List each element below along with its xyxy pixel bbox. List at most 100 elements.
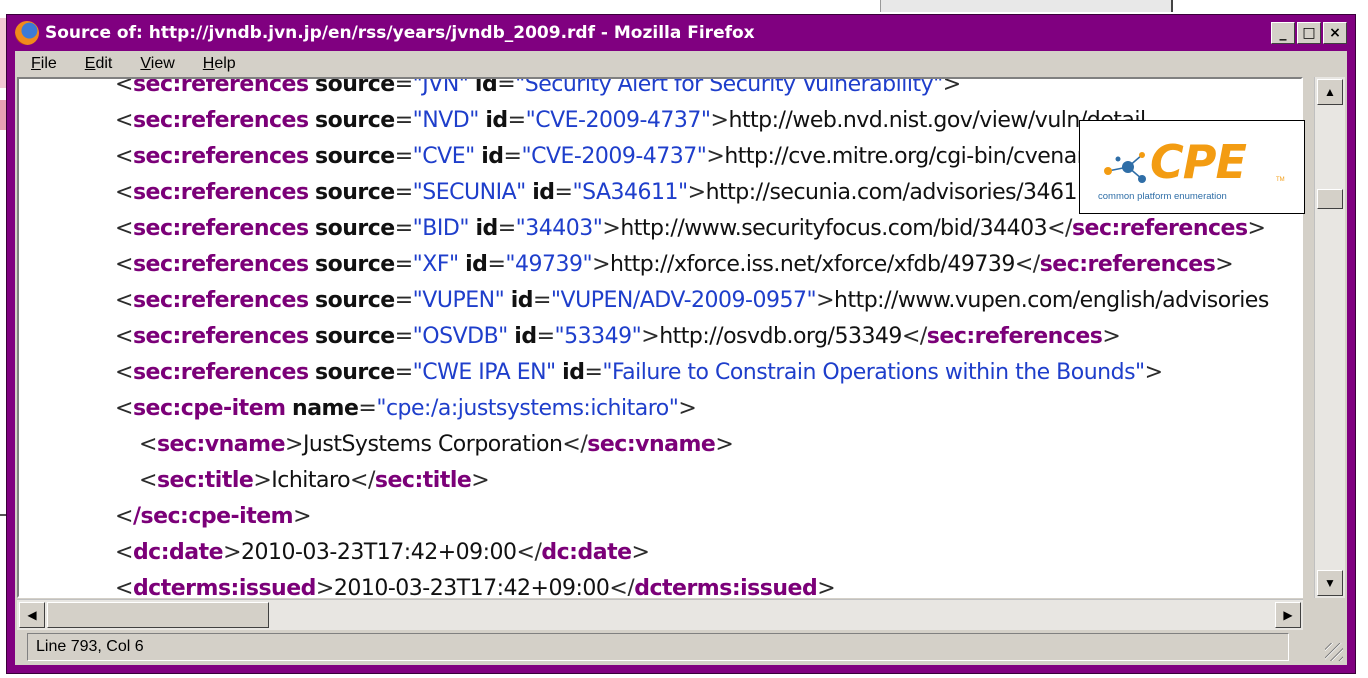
- xml-text-content: http://www.vupen.com/english/advisories: [834, 288, 1269, 313]
- xml-element-name: dcterms:issued: [634, 576, 818, 598]
- source-line: <sec:vname>JustSystems Corporation</sec:…: [19, 427, 1301, 463]
- cpe-logo-subtitle: common platform enumeration: [1098, 191, 1227, 202]
- xml-bracket: >: [687, 180, 706, 205]
- xml-element-name: dcterms:issued: [132, 576, 316, 598]
- xml-text-content: http://osvdb.org/53349: [659, 324, 902, 349]
- source-line: <sec:references source="CWE IPA EN" id="…: [19, 355, 1301, 391]
- xml-bracket: >: [631, 540, 650, 565]
- vertical-scrollbar[interactable]: ▲ ▼: [1314, 77, 1345, 598]
- scroll-left-button[interactable]: ◀: [19, 602, 45, 628]
- xml-bracket: >: [942, 77, 961, 97]
- xml-bracket: <: [115, 77, 133, 97]
- xml-attribute-name: source: [315, 144, 395, 169]
- xml-text-content: Ichitaro: [271, 468, 351, 493]
- source-line: </sec:cpe-item>: [19, 499, 1301, 535]
- close-button[interactable]: ×: [1323, 22, 1347, 44]
- xml-bracket: >: [1247, 216, 1266, 241]
- xml-attribute-value: "OSVDB": [412, 324, 509, 349]
- xml-element-name: dc:date: [541, 540, 632, 565]
- xml-equals: =: [394, 360, 413, 385]
- xml-bracket: <: [139, 468, 157, 493]
- xml-bracket: </: [1047, 216, 1072, 241]
- menu-file[interactable]: File: [15, 55, 69, 73]
- xml-attribute-name: source: [315, 216, 395, 241]
- xml-attribute-value: "53349": [554, 324, 642, 349]
- xml-element-name: sec:references: [132, 180, 309, 205]
- xml-equals: =: [554, 180, 573, 205]
- xml-bracket: <: [115, 288, 133, 313]
- xml-bracket: >: [710, 108, 729, 133]
- xml-bracket: >: [816, 288, 835, 313]
- xml-bracket: >: [678, 396, 697, 421]
- xml-attribute-value: "CWE IPA EN": [412, 360, 557, 385]
- xml-equals: =: [394, 324, 413, 349]
- cpe-logo: CPE TM common platform enumeration: [1079, 120, 1305, 214]
- xml-bracket: <: [115, 360, 133, 385]
- firefox-icon[interactable]: [15, 21, 39, 45]
- vertical-scroll-thumb[interactable]: [1317, 189, 1343, 209]
- xml-text-content: http://www.securityfocus.com/bid/34403: [620, 216, 1048, 241]
- xml-equals: =: [497, 216, 516, 241]
- source-line: <sec:references source="VUPEN" id="VUPEN…: [19, 283, 1301, 319]
- menu-edit[interactable]: Edit: [69, 55, 125, 73]
- xml-attribute-value: "NVD": [412, 108, 480, 133]
- xml-bracket: >: [253, 468, 272, 493]
- horizontal-scroll-thumb[interactable]: [47, 602, 269, 628]
- xml-equals: =: [394, 108, 413, 133]
- xml-bracket: <: [139, 432, 157, 457]
- xml-equals: =: [507, 108, 526, 133]
- xml-attribute-name: source: [315, 360, 395, 385]
- xml-bracket: >: [1215, 252, 1234, 277]
- firefox-window: Source of: http://jvndb.jvn.jp/en/rss/ye…: [6, 14, 1356, 674]
- xml-equals: =: [394, 180, 413, 205]
- xml-element-name: sec:references: [132, 288, 309, 313]
- scroll-right-button[interactable]: ▶: [1275, 602, 1301, 628]
- xml-attribute-name: id: [485, 108, 508, 133]
- xml-element-name: sec:references: [132, 108, 309, 133]
- xml-attribute-name: source: [315, 180, 395, 205]
- window-title: Source of: http://jvndb.jvn.jp/en/rss/ye…: [45, 23, 755, 43]
- xml-attribute-value: "49739": [505, 252, 593, 277]
- xml-attribute-name: id: [510, 288, 534, 313]
- xml-equals: =: [394, 252, 413, 277]
- xml-bracket: </: [516, 540, 542, 565]
- resize-grip[interactable]: [1325, 643, 1343, 661]
- xml-attribute-name: id: [532, 180, 555, 205]
- xml-bracket: >: [817, 576, 836, 598]
- xml-element-name: sec:title: [156, 468, 254, 493]
- xml-attribute-name: id: [465, 252, 488, 277]
- menu-view[interactable]: View: [124, 55, 186, 73]
- xml-bracket: >: [471, 468, 490, 493]
- title-bar[interactable]: Source of: http://jvndb.jvn.jp/en/rss/ye…: [15, 19, 1347, 49]
- window-controls: _ □ ×: [1271, 22, 1347, 44]
- minimize-button[interactable]: _: [1271, 22, 1295, 44]
- xml-text-content: http://secunia.com/advisories/34611/: [705, 180, 1098, 205]
- status-bar: Line 793, Col 6: [15, 629, 1347, 665]
- xml-bracket: </: [562, 432, 588, 457]
- scroll-down-button[interactable]: ▼: [1317, 570, 1343, 596]
- scroll-up-button[interactable]: ▲: [1317, 79, 1343, 105]
- xml-attribute-value: "Security Alert for Security Vulnerabili…: [515, 77, 943, 97]
- xml-attribute-name: id: [562, 360, 585, 385]
- xml-bracket: >: [293, 504, 312, 529]
- xml-bracket: <: [115, 180, 133, 205]
- xml-attribute-value: "JVN": [412, 77, 469, 97]
- xml-bracket: >: [223, 540, 241, 565]
- xml-bracket: >: [592, 252, 611, 277]
- xml-bracket: <: [115, 252, 133, 277]
- xml-attribute-value: "BID": [412, 216, 470, 241]
- xml-bracket: <: [115, 576, 133, 598]
- xml-attribute-value: "XF": [412, 252, 459, 277]
- xml-bracket: <: [115, 540, 133, 565]
- xml-text-content: 2010-03-23T17:42+09:00: [241, 540, 517, 565]
- xml-bracket: <: [115, 144, 133, 169]
- maximize-button[interactable]: □: [1297, 22, 1321, 44]
- xml-equals: =: [394, 216, 413, 241]
- menu-help[interactable]: Help: [187, 55, 248, 73]
- xml-attribute-value: "cpe:/a:justsystems:ichitaro": [376, 396, 679, 421]
- xml-bracket: </: [901, 324, 927, 349]
- cpe-molecule-icon: [1104, 152, 1146, 183]
- horizontal-scrollbar[interactable]: ◀ ▶: [17, 599, 1303, 630]
- cpe-logo-word: CPE: [1150, 135, 1247, 189]
- xml-attribute-value: "CVE-2009-4737": [521, 144, 707, 169]
